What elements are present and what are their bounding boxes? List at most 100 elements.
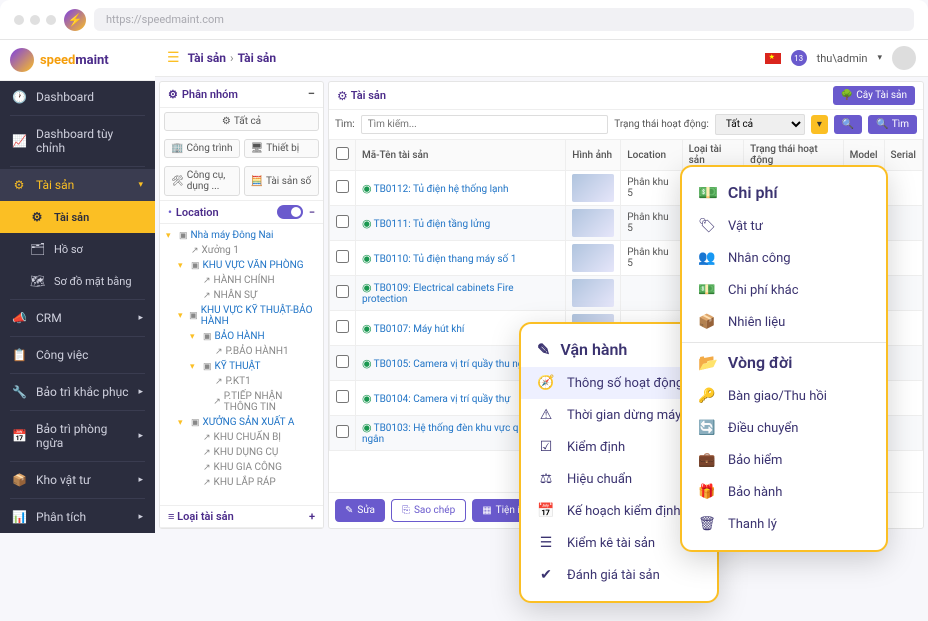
popup-item[interactable]: 🎁Bảo hành — [682, 476, 886, 508]
status-select[interactable]: Tất cả — [715, 114, 805, 135]
nav-analytics[interactable]: 📊Phân tích — [0, 501, 155, 533]
popup-item[interactable]: 💼Bảo hiểm — [682, 444, 886, 476]
nav-floorplan[interactable]: 🗺Sơ đồ mặt bằng — [0, 265, 155, 297]
arrow-icon: ↗ — [203, 478, 211, 488]
tree-node[interactable]: ▾▣KHU VỰC VĂN PHÒNG — [166, 258, 317, 273]
copy-button[interactable]: ⎘Sao chép — [391, 499, 466, 522]
tree-node[interactable]: ▾▣BẢO HÀNH — [166, 329, 317, 344]
col-serial[interactable]: Serial — [884, 140, 922, 171]
nav-warehouse[interactable]: 📦Kho vật tư — [0, 464, 155, 496]
nav-asset[interactable]: ⚙Tài sản — [0, 169, 155, 201]
row-checkbox[interactable] — [336, 355, 349, 368]
tree-node[interactable]: ↗KHU GIA CÔNG — [166, 460, 317, 475]
cell-location: Phân khu 5 — [621, 206, 682, 241]
row-checkbox[interactable] — [336, 320, 349, 333]
popup-item[interactable]: 💵Chi phí khác — [682, 274, 886, 306]
search-input[interactable] — [361, 115, 609, 134]
tree-node[interactable]: ▾▣KHU VỰC KỸ THUẬT-BẢO HÀNH — [166, 303, 317, 329]
tree-node[interactable]: ↗KHU LẮP RÁP — [166, 475, 317, 490]
popup-title-text: Vòng đời — [728, 353, 792, 372]
nav-job[interactable]: 📋Công việc — [0, 339, 155, 371]
row-checkbox[interactable] — [336, 250, 349, 263]
nav-profile[interactable]: 🗂Hồ sơ — [0, 233, 155, 265]
nav-asset-sub[interactable]: ⚙Tài sản — [0, 201, 155, 233]
tree-node[interactable]: ↗P.BẢO HÀNH1 — [166, 344, 317, 359]
nav-label: Bảo trì khắc phục — [36, 385, 128, 399]
nav-dashboard[interactable]: 🕐Dashboard — [0, 81, 155, 113]
tree-view-button[interactable]: 🌳Cây Tài sản — [833, 86, 915, 105]
tree-node[interactable]: ▾▣Nhà máy Đông Nai — [166, 228, 317, 243]
asset-link[interactable]: TB0109: Electrical cabinets Fire protect… — [362, 283, 514, 305]
tree-node[interactable]: ↗NHÂN SỰ — [166, 288, 317, 303]
tree-node[interactable]: ▾▣KỸ THUẬT — [166, 359, 317, 374]
popup-item[interactable]: 🗑Thanh lý — [682, 508, 886, 540]
list-icon: ≡ — [168, 510, 174, 523]
asset-link[interactable]: TB0111: Tủ điện tầng lửng — [374, 219, 491, 230]
tree-node[interactable]: ↗P.TIẾP NHẬN THÔNG TIN — [166, 389, 317, 415]
row-checkbox[interactable] — [336, 285, 349, 298]
collapse-icon[interactable]: − — [309, 206, 315, 219]
col-code[interactable]: Mã-Tên tài sản — [356, 140, 566, 171]
chevron-down-icon[interactable]: ▾ — [877, 53, 882, 63]
popup-item[interactable]: 📦Nhiên liệu — [682, 306, 886, 338]
all-button[interactable]: ⚙Tất cả — [164, 112, 319, 131]
dropdown-button[interactable]: ▾ — [811, 115, 828, 134]
nav-preventive[interactable]: 📅Bảo trì phòng ngừa — [0, 413, 155, 459]
tree-label: KHU LẮP RÁP — [214, 477, 276, 488]
col-location[interactable]: Location — [621, 140, 682, 171]
avatar[interactable] — [892, 46, 916, 70]
tree-node[interactable]: ↗P.KT1 — [166, 374, 317, 389]
expand-icon — [190, 291, 200, 301]
app-favicon-icon: ⚡ — [64, 9, 86, 31]
row-checkbox[interactable] — [336, 215, 349, 228]
asset-link[interactable]: TB0104: Camera vị trí quầy thự — [374, 394, 511, 405]
col-image[interactable]: Hình ảnh — [566, 140, 621, 171]
popup-item[interactable]: 🔑Bàn giao/Thu hồi — [682, 380, 886, 412]
row-checkbox[interactable] — [336, 425, 349, 438]
username[interactable]: thu\admin — [817, 52, 868, 65]
row-checkbox[interactable] — [336, 390, 349, 403]
popup-item[interactable]: 🏷Vật tư — [682, 210, 886, 242]
nav-dashboard-custom[interactable]: 📈Dashboard tùy chỉnh — [0, 118, 155, 164]
expand-icon[interactable]: + — [309, 510, 315, 523]
equipment-button[interactable]: 🖥Thiết bị — [244, 139, 320, 158]
nav-corrective[interactable]: 🔧Bảo trì khắc phục — [0, 376, 155, 408]
tree-node[interactable]: ↗KHU CHUẨN BỊ — [166, 430, 317, 445]
asset-link[interactable]: TB0110: Tủ điện thang máy số 1 — [374, 254, 517, 265]
collapse-icon[interactable]: − — [308, 87, 315, 102]
filter-button[interactable]: 🔍 — [834, 115, 862, 134]
edit-button[interactable]: ✎Sửa — [335, 499, 385, 522]
tree-node[interactable]: ↗Xưởng 1 — [166, 243, 317, 258]
cell-serial — [884, 381, 922, 416]
asset-link[interactable]: TB0105: Camera vị trí quầy thu ngân — [374, 359, 535, 370]
nav-crm[interactable]: 📣CRM — [0, 302, 155, 334]
tree-node[interactable]: ↗HÀNH CHÍNH — [166, 273, 317, 288]
popup-item[interactable]: ✔Đánh giá tài sản — [521, 559, 717, 591]
tree-node[interactable]: ↗KHU DỤNG CỤ — [166, 445, 317, 460]
construction-button[interactable]: 🏢Công trình — [164, 139, 240, 158]
popup-item[interactable]: 👥Nhân công — [682, 242, 886, 274]
tree-label: KHU CHUẨN BỊ — [214, 432, 281, 443]
popup-item-label: Chi phí khác — [728, 283, 799, 298]
find-button[interactable]: 🔍Tìm — [868, 115, 917, 134]
row-checkbox[interactable] — [336, 180, 349, 193]
thumbnail — [572, 279, 614, 307]
hamburger-icon[interactable]: ☰ — [167, 50, 180, 66]
asset-link[interactable]: TB0112: Tủ điện hệ thống lạnh — [374, 184, 509, 195]
flag-vn-icon[interactable] — [765, 53, 781, 64]
tree-node[interactable]: ▾▣XƯỞNG SẢN XUẤT A — [166, 415, 317, 430]
notification-badge[interactable]: 13 — [791, 50, 807, 66]
select-all-checkbox[interactable] — [336, 147, 349, 160]
url-bar[interactable]: https://speedmaint.com — [94, 8, 914, 31]
popup-item[interactable]: 🔄Điều chuyển — [682, 412, 886, 444]
popup-item-label: Kiểm kê tài sản — [567, 536, 655, 551]
breadcrumb-item[interactable]: Tài sản — [188, 51, 226, 65]
asset-link[interactable]: TB0107: Máy hút khí — [374, 324, 465, 335]
play-icon: ◉ — [362, 357, 372, 370]
tools-button[interactable]: 🛠Công cụ, dụng ... — [164, 166, 240, 196]
folder-icon: ▣ — [191, 418, 200, 428]
popup-item-label: Điều chuyển — [728, 421, 798, 436]
popup-item-label: Thời gian dừng máy — [567, 408, 681, 423]
asset-id-button[interactable]: 🧮Tài sản số — [244, 166, 320, 196]
location-toggle[interactable] — [277, 205, 303, 219]
